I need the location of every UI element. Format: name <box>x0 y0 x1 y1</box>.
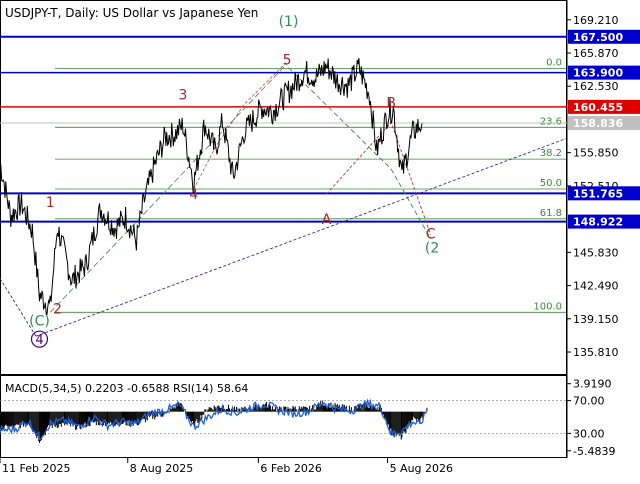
price-tick-label: 169.210 <box>573 14 619 27</box>
price-level-label: 167.500 <box>573 31 623 44</box>
price-tick-label: 155.850 <box>573 147 619 160</box>
osc-tick-label: 3.9190 <box>573 378 612 391</box>
wave-label: 4 <box>189 187 198 203</box>
osc-tick-label: 70.00 <box>573 395 605 408</box>
price-tick-label: 162.530 <box>573 80 619 93</box>
wave-label: (C) <box>29 313 50 329</box>
fib-label: 61.8 <box>540 208 562 219</box>
time-tick-label: 8 Aug 2025 <box>130 462 193 475</box>
price-tick-label: 142.490 <box>573 280 619 293</box>
wave-label: 3 <box>179 87 188 103</box>
fib-label: 38.2 <box>540 148 562 159</box>
time-tick-label: 5 Aug 2026 <box>390 462 453 475</box>
price-tick-label: 165.870 <box>573 47 619 60</box>
price-level-label: 160.455 <box>573 101 623 114</box>
price-level-label: 148.922 <box>573 216 623 229</box>
wave-label: 2 <box>53 301 62 317</box>
osc-tick-label: 30.00 <box>573 427 605 440</box>
wave-label: B <box>386 95 396 111</box>
time-tick-label: 6 Feb 2026 <box>260 462 321 475</box>
wave-label: A <box>322 212 332 228</box>
fib-label: 50.0 <box>540 178 562 189</box>
time-tick-label: 11 Feb 2025 <box>2 462 70 475</box>
price-tick-label: 145.830 <box>573 246 619 259</box>
circled-wave-label: 4 <box>35 333 43 348</box>
wave-label: 1 <box>46 195 55 211</box>
fib-label: 100.0 <box>533 301 562 312</box>
wave-label: (1) <box>279 14 299 30</box>
wave-label: 5 <box>283 53 292 69</box>
price-level-label: 163.900 <box>573 67 623 80</box>
chart-root: 0.0 23.6 38.2 50.0 61.8 100.0 1 2 3 4 5 (1) (C) B A C(… <box>0 0 640 480</box>
fib-label: 0.0 <box>546 58 562 69</box>
wave-label: (2 <box>425 241 439 257</box>
price-tick-label: 139.150 <box>573 313 619 326</box>
chart-svg: 0.023.638.250.061.8100.0 12345(1)(C)BAC(… <box>0 0 640 480</box>
oscillator-title: MACD(5,34,5) 0.2203 -0.6588 RSI(14) 58.6… <box>5 382 248 395</box>
price-tick-label: 135.810 <box>573 346 619 359</box>
fib-label: 23.6 <box>540 116 562 127</box>
price-level-label: 151.765 <box>573 187 623 200</box>
price-level-label: 158.836 <box>573 117 623 130</box>
osc-tick-label: -5.4839 <box>573 445 615 458</box>
chart-title: USDJPY-T, Daily: US Dollar vs Japanese Y… <box>5 6 258 20</box>
